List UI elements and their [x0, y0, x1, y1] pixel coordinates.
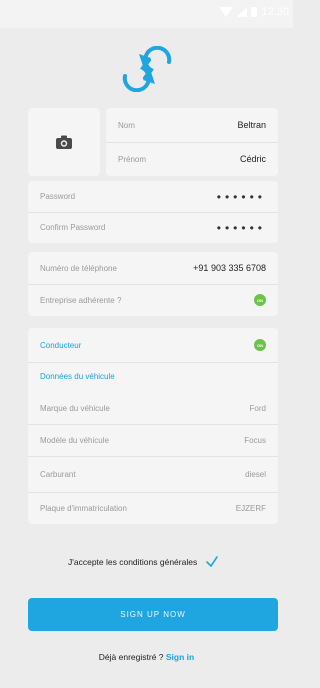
battery-icon — [251, 7, 258, 17]
carburant-field[interactable]: Carburant diesel — [28, 458, 278, 490]
driver-card: Conducteur ON Données du véhicule Marque… — [28, 328, 278, 524]
prenom-field[interactable]: Prénom Cédric — [106, 142, 278, 176]
contact-card: Numéro de téléphone +91 903 335 6708 Ent… — [28, 252, 278, 316]
vehicle-section-title: Données du véhicule — [40, 371, 115, 381]
status-bar: 12:30 — [0, 0, 293, 28]
camera-icon — [56, 135, 72, 149]
confirm-password-label: Confirm Password — [40, 223, 106, 232]
carburant-label: Carburant — [40, 469, 76, 479]
marque-field[interactable]: Marque du véhicule Ford — [28, 392, 278, 424]
wifi-icon — [219, 7, 234, 17]
password-field[interactable]: Password •••••• — [28, 181, 278, 212]
phone-field[interactable]: Numéro de téléphone +91 903 335 6708 — [28, 252, 278, 284]
modele-field[interactable]: Modèle du véhicule Focus — [28, 424, 278, 456]
add-photo-button[interactable] — [28, 108, 100, 176]
sign-up-button[interactable]: SIGN UP NOW — [28, 598, 278, 631]
modele-label: Modèle du véhicule — [40, 435, 109, 445]
plaque-field[interactable]: Plaque d'immatriculation EJZERF — [28, 492, 278, 524]
conducteur-toggle[interactable]: ON — [254, 339, 266, 351]
prenom-value: Cédric — [239, 154, 266, 164]
checkmark-icon[interactable] — [205, 555, 219, 569]
sign-in-link[interactable]: Sign in — [166, 652, 194, 662]
terms-label: J'accepte les conditions générales — [68, 557, 198, 567]
entreprise-row: Entreprise adhérente ? ON — [28, 284, 278, 316]
carburant-value: diesel — [245, 469, 266, 479]
modele-value: Focus — [244, 435, 266, 445]
signal-icon — [237, 7, 248, 17]
nom-label: Nom — [118, 120, 135, 130]
phone-label: Numéro de téléphone — [40, 263, 117, 273]
already-registered: Déjà enregistré ? Sign in — [0, 652, 293, 662]
conducteur-row: Conducteur ON — [28, 328, 278, 362]
already-question: Déjà enregistré ? — [98, 652, 166, 662]
prenom-label: Prénom — [118, 154, 147, 164]
sync-logo-icon — [122, 46, 172, 92]
divider — [28, 456, 278, 457]
nom-field[interactable]: Nom Beltran — [106, 108, 278, 142]
phone-value: +91 903 335 6708 — [193, 263, 266, 273]
terms-row[interactable]: J'accepte les conditions générales — [68, 555, 219, 569]
plaque-label: Plaque d'immatriculation — [40, 503, 127, 513]
confirm-password-value: •••••• — [216, 220, 266, 235]
name-card: Nom Beltran Prénom Cédric — [106, 108, 278, 176]
status-time: 12:30 — [261, 6, 289, 18]
plaque-value: EJZERF — [235, 503, 266, 513]
password-label: Password — [40, 192, 76, 201]
entreprise-toggle[interactable]: ON — [254, 294, 266, 306]
password-card: Password •••••• Confirm Password •••••• — [28, 181, 278, 243]
nom-value: Beltran — [237, 120, 266, 130]
confirm-password-field[interactable]: Confirm Password •••••• — [28, 212, 278, 243]
password-value: •••••• — [216, 189, 266, 204]
marque-value: Ford — [249, 403, 266, 413]
entreprise-label: Entreprise adhérente ? — [40, 295, 122, 305]
status-icons: 12:30 — [219, 6, 289, 18]
conducteur-label: Conducteur — [40, 340, 82, 350]
vehicle-section-header: Données du véhicule — [28, 362, 278, 390]
marque-label: Marque du véhicule — [40, 403, 110, 413]
